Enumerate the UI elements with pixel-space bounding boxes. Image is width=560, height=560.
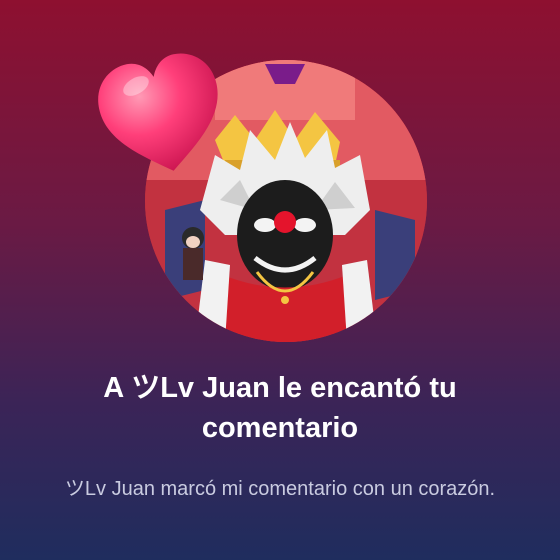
notification-body: ツLv Juan marcó mi comentario con un cora… (64, 478, 496, 500)
heart-icon (98, 53, 218, 171)
notification-card: A ツLv Juan le encantó tu comentario ツLv … (0, 0, 560, 560)
notification-headline: A ツLv Juan le encantó tu comentario (103, 372, 457, 444)
